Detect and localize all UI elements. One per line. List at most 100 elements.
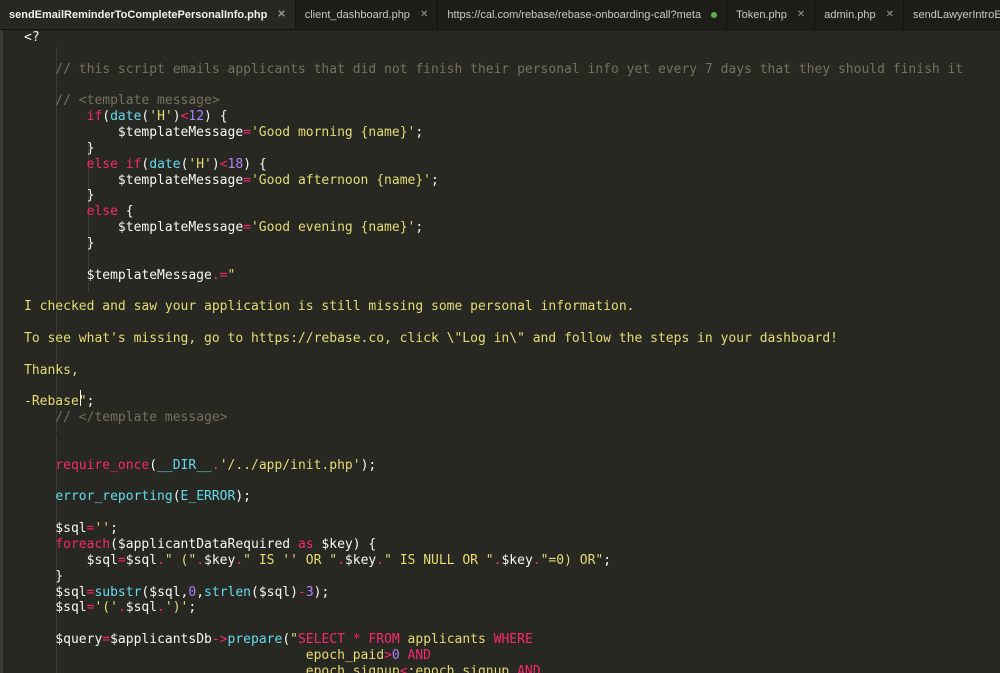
code-token: . bbox=[337, 552, 345, 568]
code-token: ; bbox=[603, 552, 612, 568]
code-line[interactable] bbox=[24, 474, 963, 490]
code-token: applicants bbox=[399, 632, 494, 648]
code-token: ')' bbox=[164, 600, 189, 616]
code-token: ) bbox=[211, 156, 220, 172]
close-icon[interactable]: ✕ bbox=[886, 9, 894, 20]
code-line[interactable]: require_once(__DIR__.'/../app/init.php')… bbox=[24, 458, 963, 474]
code-token: substr bbox=[94, 584, 142, 600]
code-line[interactable] bbox=[24, 505, 963, 521]
code-token: require_once bbox=[55, 457, 150, 473]
code-token: FROM bbox=[368, 632, 400, 648]
code-line[interactable]: <? bbox=[24, 30, 963, 46]
code-token: ) { bbox=[243, 156, 267, 172]
code-token: WHERE bbox=[493, 632, 533, 648]
tab-client-dashboard[interactable]: client_dashboard.php ✕ bbox=[296, 0, 439, 29]
code-token: = bbox=[243, 172, 251, 188]
code-line[interactable] bbox=[24, 616, 963, 632]
code-token: } bbox=[24, 188, 95, 204]
code-token: $sql bbox=[24, 600, 87, 616]
code-line[interactable]: // this script emails applicants that di… bbox=[24, 62, 963, 78]
code-token: AND bbox=[407, 647, 431, 663]
code-token: I checked and saw your application is st… bbox=[24, 299, 635, 315]
code-token: { bbox=[117, 204, 134, 220]
code-line[interactable]: $sql=$sql." (".$key." IS '' OR ".$key." … bbox=[24, 553, 963, 569]
code-line[interactable]: $templateMessage='Good evening {name}'; bbox=[24, 220, 963, 236]
code-line[interactable] bbox=[24, 315, 963, 331]
code-token: $templateMessage bbox=[24, 267, 212, 283]
code-token: " bbox=[290, 632, 298, 648]
code-line[interactable]: if(date('H')<12) { bbox=[24, 109, 963, 125]
tab-send-email-reminder[interactable]: sendEmailReminderToCompletePersonalInfo.… bbox=[0, 0, 296, 29]
unsaved-dot-icon[interactable] bbox=[711, 11, 718, 18]
code-token: else bbox=[86, 204, 118, 220]
code-token: epoch_signup bbox=[24, 663, 400, 673]
code-line[interactable]: // <template message> bbox=[24, 93, 963, 109]
code-token: < bbox=[399, 663, 408, 673]
tab-cal-url[interactable]: https://cal.com/rebase/rebase-onboarding… bbox=[438, 0, 728, 29]
close-icon[interactable]: ✕ bbox=[277, 9, 285, 20]
code-line[interactable] bbox=[24, 284, 963, 300]
code-token: $key bbox=[204, 552, 236, 568]
code-editor[interactable]: <? // this script emails applicants that… bbox=[0, 30, 1000, 673]
code-line[interactable]: I checked and saw your application is st… bbox=[24, 299, 963, 315]
code-token: $templateMessage bbox=[24, 125, 244, 141]
code-token: . bbox=[235, 552, 244, 568]
code-line[interactable]: error_reporting(E_ERROR); bbox=[24, 489, 963, 505]
tab-admin[interactable]: admin.php ✕ bbox=[815, 0, 904, 29]
code-token: ; bbox=[431, 172, 439, 188]
code-token: 0 bbox=[391, 647, 400, 663]
code-token: $query bbox=[24, 632, 103, 648]
code-line[interactable]: -Rebase"; bbox=[24, 394, 963, 410]
code-token: prepare bbox=[227, 632, 283, 648]
close-icon[interactable]: ✕ bbox=[420, 9, 428, 20]
code-line[interactable]: else if(date('H')<18) { bbox=[24, 157, 963, 173]
code-line[interactable] bbox=[24, 379, 963, 395]
code-line[interactable]: } bbox=[24, 569, 963, 585]
code-line[interactable] bbox=[24, 347, 963, 363]
code-line[interactable]: } bbox=[24, 141, 963, 157]
code-line[interactable]: $sql=''; bbox=[24, 521, 963, 537]
code-line[interactable] bbox=[24, 78, 963, 94]
tab-send-lawyer-intro-email[interactable]: sendLawyerIntroEmail.php ✕ bbox=[904, 0, 1000, 29]
code-line[interactable]: $sql=substr($sql,0,strlen($sql)-3); bbox=[24, 585, 963, 601]
code-line[interactable]: $query=$applicantsDb->prepare("SELECT * … bbox=[24, 632, 963, 648]
code-token: ( bbox=[149, 457, 158, 473]
code-token: .= bbox=[211, 267, 228, 283]
code-line[interactable]: } bbox=[24, 236, 963, 252]
code-token: $sql bbox=[125, 552, 158, 568]
code-token: 'Good evening {name}' bbox=[250, 220, 416, 236]
code-line[interactable]: else { bbox=[24, 204, 963, 220]
code-token: '/../app/init.php' bbox=[219, 457, 361, 473]
code-line[interactable]: $sql='('.$sql.')'; bbox=[24, 600, 963, 616]
code-token: ) bbox=[172, 109, 181, 125]
close-icon[interactable]: ✕ bbox=[797, 9, 805, 20]
code-token: ( bbox=[102, 109, 111, 125]
code-token: // </template message> bbox=[24, 410, 228, 426]
code-token: if bbox=[86, 109, 103, 125]
tab-label: admin.php bbox=[824, 8, 876, 21]
code-token: ) { bbox=[204, 109, 228, 125]
code-line[interactable]: To see what's missing, go to https://reb… bbox=[24, 331, 963, 347]
tab-token[interactable]: Token.php ✕ bbox=[727, 0, 816, 29]
code-token: foreach bbox=[55, 537, 111, 552]
code-line[interactable]: // </template message> bbox=[24, 410, 963, 426]
code-line[interactable]: $templateMessage='Good afternoon {name}'… bbox=[24, 173, 963, 189]
code-line[interactable]: } bbox=[24, 188, 963, 204]
code-line[interactable]: epoch_signup<:epoch_signup AND bbox=[24, 664, 963, 673]
code-line[interactable]: epoch_paid>0 AND bbox=[24, 648, 963, 664]
code-line[interactable]: $templateMessage='Good morning {name}'; bbox=[24, 125, 963, 141]
tab-label: sendEmailReminderToCompletePersonalInfo.… bbox=[9, 8, 268, 21]
code-token: date bbox=[110, 109, 142, 125]
code-token: " (" bbox=[164, 552, 197, 568]
code-content[interactable]: <? // this script emails applicants that… bbox=[24, 30, 963, 673]
code-line[interactable]: foreach($applicantDataRequired as $key) … bbox=[24, 537, 963, 553]
code-line[interactable] bbox=[24, 46, 963, 62]
code-line[interactable] bbox=[24, 252, 963, 268]
code-line[interactable]: $templateMessage.=" bbox=[24, 268, 963, 284]
code-line[interactable] bbox=[24, 442, 963, 458]
code-line[interactable]: Thanks, bbox=[24, 363, 963, 379]
code-line[interactable] bbox=[24, 426, 963, 442]
